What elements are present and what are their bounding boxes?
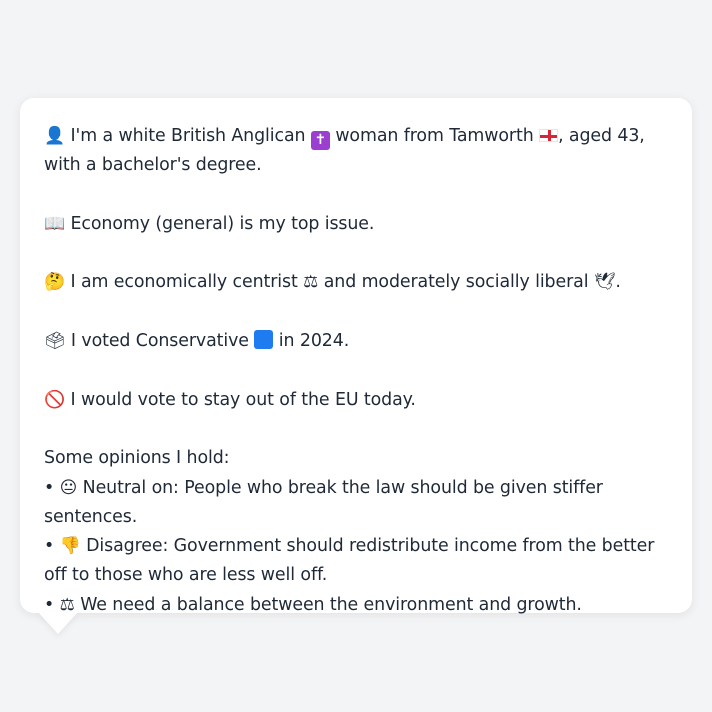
ideology-text-b: and moderately socially liberal <box>323 272 589 293</box>
latin-cross-icon: ✝ <box>310 131 330 150</box>
ideology-paragraph: 🤔 I am economically centrist ⚖ and moder… <box>44 268 668 297</box>
vote-text-b: in 2024. <box>278 331 350 352</box>
eu-text: I would vote to stay out of the EU today… <box>70 389 416 410</box>
opinions-paragraph: Some opinions I hold: • 😐 Neutral on: Pe… <box>44 444 668 620</box>
ideology-text-c: . <box>615 272 621 293</box>
dove-icon: 🕊 <box>593 272 616 293</box>
england-flag-icon <box>539 129 559 142</box>
opinion-text: Neutral on: People who break the law sho… <box>44 477 603 527</box>
identity-text-a: I'm a white British Anglican <box>70 126 306 146</box>
opinion-text: We need a balance between the environmen… <box>80 594 582 615</box>
opinion-item: • 👎 Disagree: Government should redistri… <box>44 532 668 591</box>
blue-square-icon <box>254 330 274 350</box>
balance-scale-icon: ⚖ <box>303 272 319 293</box>
identity-paragraph: 👤 I'm a white British Anglican ✝ woman f… <box>44 122 668 181</box>
vote-text-a: I voted Conservative <box>70 331 249 352</box>
eu-paragraph: 🚫 I would vote to stay out of the EU tod… <box>44 386 668 415</box>
ideology-text-a: I am economically centrist <box>70 272 298 293</box>
thumbs-down-icon: 👎 <box>59 536 81 557</box>
book-icon: 📖 <box>44 213 66 234</box>
top-issue-paragraph: 📖 Economy (general) is my top issue. <box>44 210 668 239</box>
ballot-box-icon: 🗳 <box>44 331 66 352</box>
thinking-face-icon: 🤔 <box>44 272 66 293</box>
chat-message-bubble: 👤 I'm a white British Anglican ✝ woman f… <box>20 98 692 615</box>
opinion-item: • 😐 Neutral on: People who break the law… <box>44 474 668 533</box>
prohibited-icon: 🚫 <box>44 389 66 410</box>
person-icon: 👤 <box>44 126 66 146</box>
opinion-text: Disagree: Government should redistribute… <box>44 536 655 586</box>
bubble-tail <box>38 612 78 634</box>
identity-text-b: woman from Tamworth <box>335 126 534 146</box>
opinion-item: • ⚖ We need a balance between the enviro… <box>44 591 668 620</box>
neutral-face-icon: 😐 <box>59 477 78 498</box>
opinions-heading: Some opinions I hold: <box>44 448 230 469</box>
top-issue-text: Economy (general) is my top issue. <box>70 213 375 234</box>
bullet: • <box>44 536 55 557</box>
bullet: • <box>44 477 55 498</box>
message-text: 👤 I'm a white British Anglican ✝ woman f… <box>44 122 668 620</box>
vote-paragraph: 🗳 I voted Conservative in 2024. <box>44 327 668 356</box>
